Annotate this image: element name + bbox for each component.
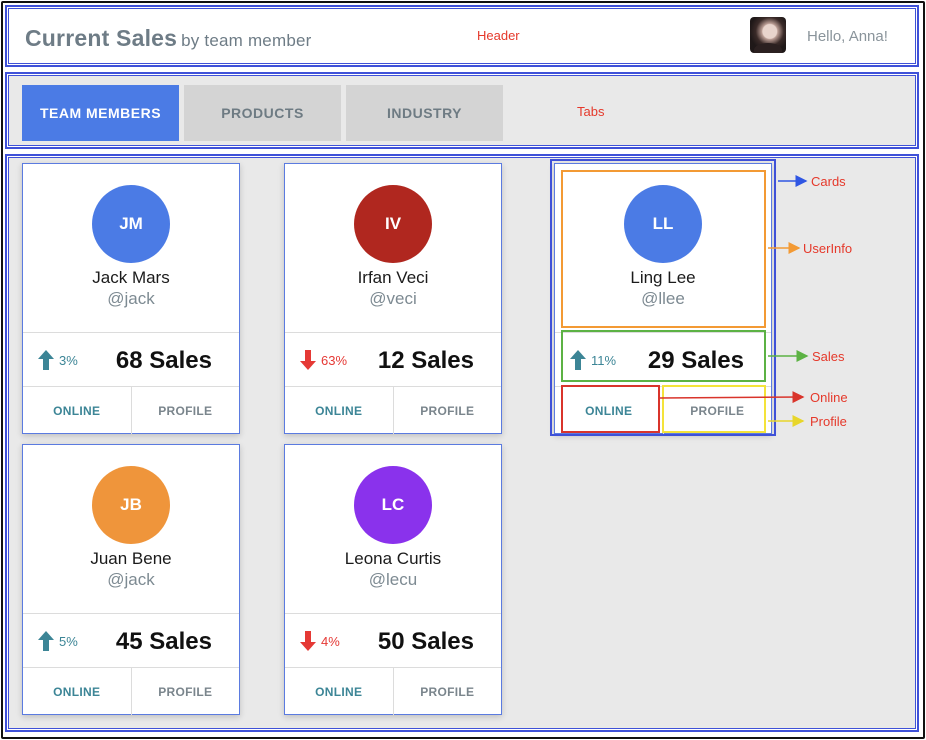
tab-industry[interactable]: INDUSTRY [346, 85, 503, 141]
tab-bar: TEAM MEMBERS PRODUCTS INDUSTRY [5, 72, 919, 149]
team-member-card: IV Irfan Veci @veci 63% 12 Sales ONLINE PROFIL… [284, 163, 502, 434]
tab-team-members[interactable]: TEAM MEMBERS [22, 85, 179, 141]
profile-button[interactable]: PROFILE [664, 387, 772, 434]
team-member-card: JM Jack Mars @jack 3% 68 Sales ONLINE PROFILE [22, 163, 240, 434]
card-actions: ONLINE PROFILE [23, 668, 239, 715]
team-member-card: LL Ling Lee @llee 11% 29 Sales ONLINE PROFILE [554, 163, 772, 434]
tabs-annotation: Tabs [577, 104, 605, 119]
cards-annotation: Cards [811, 174, 846, 189]
profile-button[interactable]: PROFILE [132, 668, 240, 715]
user-info: LC Leona Curtis @lecu [285, 445, 501, 613]
user-avatar[interactable] [750, 17, 786, 53]
user-info: LL Ling Lee @llee [555, 164, 771, 332]
greeting-text: Hello, Anna! [807, 28, 888, 45]
member-handle: @veci [369, 289, 417, 308]
online-button[interactable]: ONLINE [285, 668, 394, 715]
member-name: Juan Bene [90, 549, 172, 568]
arrow-down-icon [300, 631, 316, 651]
page-subtitle: by team member [181, 31, 312, 50]
member-handle: @llee [641, 289, 685, 308]
avatar-initials: LC [354, 466, 432, 544]
sales-row: 5% 45 Sales [23, 613, 239, 668]
avatar-initials: LL [624, 185, 702, 263]
sales-row: 3% 68 Sales [23, 332, 239, 387]
member-name: Jack Mars [92, 268, 170, 287]
sales-change-percent: 11% [591, 353, 617, 368]
sales-count: 45 Sales [115, 628, 212, 655]
sales-change-percent: 63% [321, 353, 348, 368]
header-annotation: Header [477, 28, 520, 43]
member-handle: @lecu [368, 570, 418, 589]
sales-row: 4% 50 Sales [285, 613, 501, 668]
page-title-text: Current Sales [25, 25, 178, 51]
sales-change-percent: 3% [59, 353, 78, 368]
arrow-up-icon [38, 350, 54, 370]
online-button[interactable]: ONLINE [23, 387, 132, 434]
member-name: Irfan Veci [357, 268, 429, 287]
sales-row: 63% 12 Sales [285, 332, 501, 387]
sales-count: 50 Sales [377, 628, 474, 655]
avatar-initials: IV [354, 185, 432, 263]
arrow-down-icon [300, 350, 316, 370]
header: Current Sales by team member Hello, Anna! [5, 5, 919, 67]
sales-count: 68 Sales [115, 347, 212, 374]
card-actions: ONLINE PROFILE [23, 387, 239, 434]
sales-count: 12 Sales [377, 347, 474, 374]
online-button[interactable]: ONLINE [555, 387, 664, 434]
sales-annotation: Sales [812, 349, 845, 364]
profile-annotation: Profile [810, 414, 847, 429]
profile-button[interactable]: PROFILE [132, 387, 240, 434]
user-info: JM Jack Mars @jack [23, 164, 239, 332]
member-handle: @jack [107, 289, 155, 308]
avatar-initials: JB [92, 466, 170, 544]
card-actions: ONLINE PROFILE [285, 387, 501, 434]
sales-change-percent: 5% [59, 634, 78, 649]
userinfo-annotation: UserInfo [803, 241, 853, 256]
member-name: Leona Curtis [344, 549, 442, 568]
profile-button[interactable]: PROFILE [394, 387, 502, 434]
online-button[interactable]: ONLINE [23, 668, 132, 715]
card-actions: ONLINE PROFILE [285, 668, 501, 715]
user-info: JB Juan Bene @jack [23, 445, 239, 613]
online-annotation: Online [810, 390, 848, 405]
team-member-card: LC Leona Curtis @lecu 4% 50 Sales ONLINE PROFI… [284, 444, 502, 715]
user-info: IV Irfan Veci @veci [285, 164, 501, 332]
member-name: Ling Lee [630, 268, 696, 287]
page-title: Current Sales by team member [25, 25, 312, 52]
profile-button[interactable]: PROFILE [394, 668, 502, 715]
sales-row: 11% 29 Sales [555, 332, 771, 387]
online-button[interactable]: ONLINE [285, 387, 394, 434]
member-handle: @jack [107, 570, 155, 589]
arrow-up-icon [570, 350, 586, 370]
team-member-card: JB Juan Bene @jack 5% 45 Sales ONLINE PROFILE [22, 444, 240, 715]
arrow-up-icon [38, 631, 54, 651]
card-actions: ONLINE PROFILE [555, 387, 771, 434]
avatar-initials: JM [92, 185, 170, 263]
tab-products[interactable]: PRODUCTS [184, 85, 341, 141]
sales-change-percent: 4% [321, 634, 340, 649]
sales-count: 29 Sales [647, 347, 744, 374]
